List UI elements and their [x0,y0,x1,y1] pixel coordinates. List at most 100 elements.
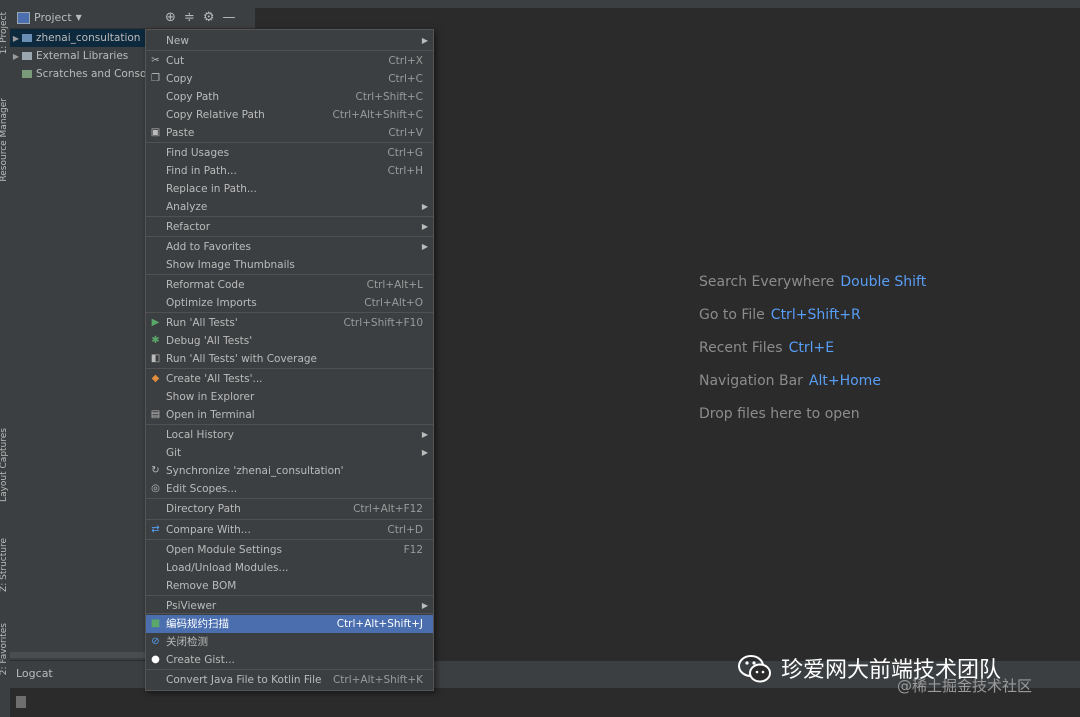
menu-item-0[interactable]: New ▶ [146,32,433,50]
paste-icon: ▣ [150,127,161,138]
chevron-down-icon: ▼ [75,13,82,22]
menu-item-label: Debug 'All Tests' [166,335,253,347]
menu-separator [146,312,433,313]
menu-item-31[interactable]: ■ 编码规约扫描 Ctrl+Alt+Shift+J [146,615,433,633]
menu-item-3[interactable]: Copy Path Ctrl+Shift+C [146,88,433,106]
menu-item-2[interactable]: ❐ Copy Ctrl+C [146,70,433,88]
menu-item-24[interactable]: ◎ Edit Scopes... [146,480,433,498]
hint-navigation-bar: Navigation Bar Alt+Home [699,373,881,389]
menu-item-25[interactable]: Directory Path Ctrl+Alt+F12 [146,500,433,518]
menu-item-11[interactable]: Add to Favorites ▶ [146,238,433,256]
menu-item-shortcut: Ctrl+X [388,55,423,67]
hint-text: Search Everywhere [699,274,835,290]
submenu-arrow-icon: ▶ [421,36,428,45]
expand-arrow-icon[interactable]: ▶ [10,48,22,65]
menu-item-21[interactable]: Local History ▶ [146,426,433,444]
menu-item-label: Load/Unload Modules... [166,562,289,574]
menu-item-label: Reformat Code [166,279,245,291]
hint-text: Go to File [699,307,765,323]
menu-item-shortcut: Ctrl+Shift+F10 [343,317,423,329]
menu-item-label: Remove BOM [166,580,237,592]
tool-tab-project[interactable]: 1: Project [0,12,10,72]
title-strip [0,0,1080,8]
hint-shortcut: Ctrl+Shift+R [770,307,861,323]
menu-item-label: Cut [166,55,185,67]
menu-item-label: New [166,35,189,47]
menu-separator [146,539,433,540]
menu-item-15[interactable]: ▶ Run 'All Tests' Ctrl+Shift+F10 [146,314,433,332]
menu-item-12[interactable]: Show Image Thumbnails [146,256,433,274]
menu-item-22[interactable]: Git ▶ [146,444,433,462]
submenu-arrow-icon: ▶ [421,430,428,439]
tool-tab-structure[interactable]: Z: Structure [0,538,10,618]
menu-item-33[interactable]: ● Create Gist... [146,651,433,669]
submenu-arrow-icon: ▶ [421,242,428,251]
menu-item-label: Git [166,447,182,459]
submenu-arrow-icon: ▶ [421,202,428,211]
tree-item-external-libraries[interactable]: ▶ External Libraries [10,47,145,65]
tool-tab-resource-manager[interactable]: Resource Manager [0,98,10,198]
logcat-tab[interactable]: Logcat [16,667,53,680]
menu-item-label: Show in Explorer [166,391,255,403]
menu-separator [146,274,433,275]
menu-item-8[interactable]: Replace in Path... [146,180,433,198]
menu-item-14[interactable]: Optimize Imports Ctrl+Alt+O [146,294,433,312]
menu-item-30[interactable]: PsiViewer ▶ [146,597,433,615]
menu-item-label: Compare With... [166,524,251,536]
menu-item-shortcut: Ctrl+C [388,73,423,85]
menu-item-13[interactable]: Reformat Code Ctrl+Alt+L [146,276,433,294]
watermark: 珍爱网大前端技术团队 @稀土掘金技术社区 [735,649,1080,699]
hint-search-everywhere: Search Everywhere Double Shift [699,274,926,290]
locate-icon[interactable]: ⊕ [165,10,176,25]
project-view-selector[interactable]: Project ▼ [17,11,82,24]
menu-item-label: 关闭检测 [166,636,208,648]
menu-item-9[interactable]: Analyze ▶ [146,198,433,216]
horizontal-scrollbar[interactable] [10,652,145,658]
menu-separator [146,216,433,217]
menu-item-29[interactable]: Remove BOM [146,577,433,595]
gear-icon[interactable]: ⚙ [203,10,215,25]
menu-item-32[interactable]: ⊘ 关闭检测 [146,633,433,651]
menu-item-shortcut: Ctrl+V [388,127,423,139]
menu-item-shortcut: Ctrl+Alt+L [366,279,423,291]
menu-item-label: PsiViewer [166,600,217,612]
menu-item-26[interactable]: ⇄ Compare With... Ctrl+D [146,521,433,539]
trash-icon[interactable] [16,696,26,708]
menu-item-28[interactable]: Load/Unload Modules... [146,559,433,577]
copy-icon: ❐ [151,73,160,84]
menu-item-label: Refactor [166,221,211,233]
menu-item-label: Optimize Imports [166,297,257,309]
tree-item-project-root[interactable]: ▶ zhenai_consultation [10,29,145,47]
library-icon [22,52,32,60]
menu-item-27[interactable]: Open Module Settings F12 [146,541,433,559]
hint-text: Navigation Bar [699,373,803,389]
menu-item-18[interactable]: ◆ Create 'All Tests'... [146,370,433,388]
menu-item-16[interactable]: ✱ Debug 'All Tests' [146,332,433,350]
menu-separator [146,142,433,143]
menu-item-34[interactable]: Convert Java File to Kotlin File Ctrl+Alt… [146,671,433,689]
menu-item-6[interactable]: Find Usages Ctrl+G [146,144,433,162]
expand-arrow-icon[interactable]: ▶ [10,30,22,47]
menu-item-19[interactable]: Show in Explorer [146,388,433,406]
hide-icon[interactable]: — [222,10,235,25]
menu-item-5[interactable]: ▣ Paste Ctrl+V [146,124,433,142]
menu-item-label: Create Gist... [166,654,235,666]
menu-item-7[interactable]: Find in Path... Ctrl+H [146,162,433,180]
menu-item-20[interactable]: ▤ Open in Terminal [146,406,433,424]
menu-item-4[interactable]: Copy Relative Path Ctrl+Alt+Shift+C [146,106,433,124]
menu-item-1[interactable]: ✂ Cut Ctrl+X [146,52,433,70]
tree-item-scratches[interactable]: Scratches and Consoles [10,65,145,83]
menu-item-label: Add to Favorites [166,241,251,253]
submenu-arrow-icon: ▶ [421,222,428,231]
wechat-icon [738,655,771,683]
menu-item-shortcut: Ctrl+Shift+C [355,91,423,103]
menu-item-shortcut: Ctrl+G [387,147,423,159]
hint-shortcut: Alt+Home [808,373,881,389]
menu-item-23[interactable]: ↻ Synchronize 'zhenai_consultation' [146,462,433,480]
menu-item-shortcut: Ctrl+Alt+Shift+C [332,109,424,121]
tool-tab-layout-captures[interactable]: Layout Captures [0,428,10,528]
tool-tab-favorites[interactable]: 2: Favorites [0,623,10,703]
collapse-icon[interactable]: ≑ [184,10,195,25]
menu-item-17[interactable]: ◧ Run 'All Tests' with Coverage [146,350,433,368]
menu-item-10[interactable]: Refactor ▶ [146,218,433,236]
